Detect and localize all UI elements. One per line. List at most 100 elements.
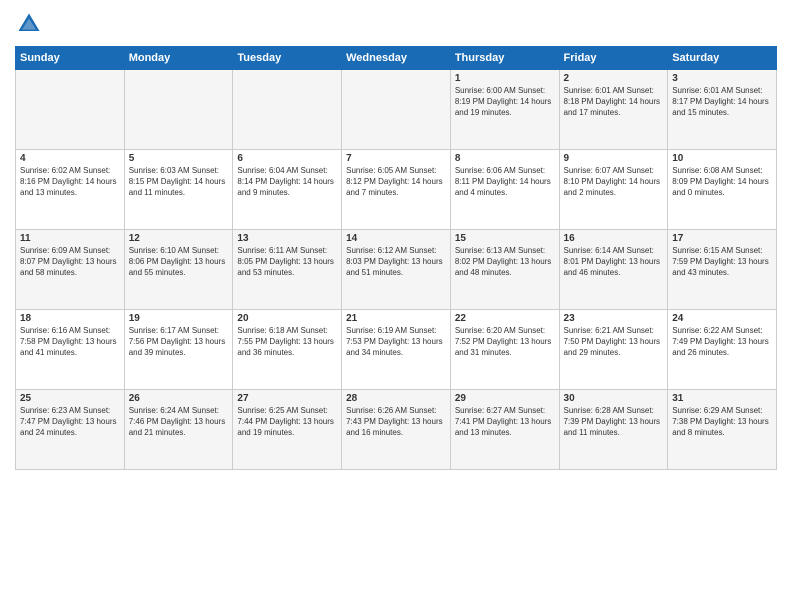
day-number: 21 [346, 313, 446, 324]
day-number: 29 [455, 393, 555, 404]
calendar-cell: 28 Sunrise: 6:26 AM Sunset: 7:43 PM Dayli… [342, 390, 451, 470]
cell-text: Sunrise: 6:10 AM Sunset: 8:06 PM Dayligh… [129, 246, 229, 278]
day-number: 28 [346, 393, 446, 404]
calendar-cell [16, 70, 125, 150]
day-number: 14 [346, 233, 446, 244]
weekday-wednesday: Wednesday [342, 47, 451, 70]
day-number: 11 [20, 233, 120, 244]
week-row-3: 11 Sunrise: 6:09 AM Sunset: 8:07 PM Dayli… [16, 230, 777, 310]
calendar-cell: 14 Sunrise: 6:12 AM Sunset: 8:03 PM Dayli… [342, 230, 451, 310]
cell-text: Sunrise: 6:07 AM Sunset: 8:10 PM Dayligh… [564, 166, 664, 198]
cell-text: Sunrise: 6:22 AM Sunset: 7:49 PM Dayligh… [672, 326, 772, 358]
calendar-cell: 27Sunrise: 6:25 AM Sunset: 7:44 PM Dayli… [233, 390, 342, 470]
cell-text: Sunrise: 6:23 AM Sunset: 7:47 PM Dayligh… [20, 406, 120, 438]
day-number: 13 [237, 233, 337, 244]
cell-text: Sunrise: 6:03 AM Sunset: 8:15 PM Dayligh… [129, 166, 229, 198]
cell-text: Sunrise: 6:05 AM Sunset: 8:12 PM Dayligh… [346, 166, 446, 198]
calendar-cell: 22Sunrise: 6:20 AM Sunset: 7:52 PM Dayli… [450, 310, 559, 390]
cell-text: Sunrise: 6:14 AM Sunset: 8:01 PM Dayligh… [564, 246, 664, 278]
day-number: 3 [672, 73, 772, 84]
calendar: SundayMondayTuesdayWednesdayThursdayFrid… [15, 46, 777, 470]
day-number: 30 [564, 393, 664, 404]
cell-text: Sunrise: 6:18 AM Sunset: 7:55 PM Dayligh… [237, 326, 337, 358]
day-number: 1 [455, 73, 555, 84]
cell-text: Sunrise: 6:00 AM Sunset: 8:19 PM Dayligh… [455, 86, 555, 118]
calendar-cell: 4 Sunrise: 6:02 AM Sunset: 8:16 PM Daylig… [16, 150, 125, 230]
cell-text: Sunrise: 6:24 AM Sunset: 7:46 PM Dayligh… [129, 406, 229, 438]
calendar-cell: 13 Sunrise: 6:11 AM Sunset: 8:05 PM Dayli… [233, 230, 342, 310]
cell-text: Sunrise: 6:04 AM Sunset: 8:14 PM Dayligh… [237, 166, 337, 198]
cell-text: Sunrise: 6:26 AM Sunset: 7:43 PM Dayligh… [346, 406, 446, 438]
cell-text: Sunrise: 6:06 AM Sunset: 8:11 PM Dayligh… [455, 166, 555, 198]
day-number: 12 [129, 233, 229, 244]
calendar-cell: 29 Sunrise: 6:27 AM Sunset: 7:41 PM Dayli… [450, 390, 559, 470]
weekday-saturday: Saturday [668, 47, 777, 70]
cell-text: Sunrise: 6:13 AM Sunset: 8:02 PM Dayligh… [455, 246, 555, 278]
weekday-sunday: Sunday [16, 47, 125, 70]
day-number: 24 [672, 313, 772, 324]
day-number: 2 [564, 73, 664, 84]
cell-text: Sunrise: 6:16 AM Sunset: 7:58 PM Dayligh… [20, 326, 120, 358]
cell-text: Sunrise: 6:08 AM Sunset: 8:09 PM Dayligh… [672, 166, 772, 198]
calendar-cell: 15 Sunrise: 6:13 AM Sunset: 8:02 PM Dayli… [450, 230, 559, 310]
day-number: 20 [237, 313, 337, 324]
calendar-cell: 19Sunrise: 6:17 AM Sunset: 7:56 PM Dayli… [124, 310, 233, 390]
day-number: 5 [129, 153, 229, 164]
calendar-cell: 23 Sunrise: 6:21 AM Sunset: 7:50 PM Dayli… [559, 310, 668, 390]
cell-text: Sunrise: 6:11 AM Sunset: 8:05 PM Dayligh… [237, 246, 337, 278]
calendar-cell: 5 Sunrise: 6:03 AM Sunset: 8:15 PM Daylig… [124, 150, 233, 230]
calendar-cell: 6 Sunrise: 6:04 AM Sunset: 8:14 PM Daylig… [233, 150, 342, 230]
calendar-cell: 18 Sunrise: 6:16 AM Sunset: 7:58 PM Dayli… [16, 310, 125, 390]
calendar-cell: 16 Sunrise: 6:14 AM Sunset: 8:01 PM Dayli… [559, 230, 668, 310]
cell-text: Sunrise: 6:01 AM Sunset: 8:18 PM Dayligh… [564, 86, 664, 118]
day-number: 6 [237, 153, 337, 164]
week-row-2: 4 Sunrise: 6:02 AM Sunset: 8:16 PM Daylig… [16, 150, 777, 230]
week-row-1: 1 Sunrise: 6:00 AM Sunset: 8:19 PM Daylig… [16, 70, 777, 150]
day-number: 18 [20, 313, 120, 324]
day-number: 10 [672, 153, 772, 164]
calendar-cell [124, 70, 233, 150]
cell-text: Sunrise: 6:21 AM Sunset: 7:50 PM Dayligh… [564, 326, 664, 358]
calendar-cell: 21Sunrise: 6:19 AM Sunset: 7:53 PM Dayli… [342, 310, 451, 390]
week-row-4: 18 Sunrise: 6:16 AM Sunset: 7:58 PM Dayli… [16, 310, 777, 390]
week-row-5: 25 Sunrise: 6:23 AM Sunset: 7:47 PM Dayli… [16, 390, 777, 470]
cell-text: Sunrise: 6:09 AM Sunset: 8:07 PM Dayligh… [20, 246, 120, 278]
calendar-cell: 11 Sunrise: 6:09 AM Sunset: 8:07 PM Dayli… [16, 230, 125, 310]
calendar-cell: 30Sunrise: 6:28 AM Sunset: 7:39 PM Dayli… [559, 390, 668, 470]
cell-text: Sunrise: 6:27 AM Sunset: 7:41 PM Dayligh… [455, 406, 555, 438]
weekday-friday: Friday [559, 47, 668, 70]
cell-text: Sunrise: 6:01 AM Sunset: 8:17 PM Dayligh… [672, 86, 772, 118]
cell-text: Sunrise: 6:15 AM Sunset: 7:59 PM Dayligh… [672, 246, 772, 278]
day-number: 17 [672, 233, 772, 244]
weekday-tuesday: Tuesday [233, 47, 342, 70]
calendar-cell: 9 Sunrise: 6:07 AM Sunset: 8:10 PM Daylig… [559, 150, 668, 230]
day-number: 9 [564, 153, 664, 164]
calendar-cell: 17 Sunrise: 6:15 AM Sunset: 7:59 PM Dayli… [668, 230, 777, 310]
calendar-cell: 10 Sunrise: 6:08 AM Sunset: 8:09 PM Dayli… [668, 150, 777, 230]
calendar-cell: 26 Sunrise: 6:24 AM Sunset: 7:46 PM Dayli… [124, 390, 233, 470]
calendar-cell: 31 Sunrise: 6:29 AM Sunset: 7:38 PM Dayli… [668, 390, 777, 470]
calendar-cell: 1 Sunrise: 6:00 AM Sunset: 8:19 PM Daylig… [450, 70, 559, 150]
logo-icon [15, 10, 43, 38]
cell-text: Sunrise: 6:29 AM Sunset: 7:38 PM Dayligh… [672, 406, 772, 438]
calendar-cell: 20 Sunrise: 6:18 AM Sunset: 7:55 PM Dayli… [233, 310, 342, 390]
calendar-cell [342, 70, 451, 150]
page-header [15, 10, 777, 38]
day-number: 31 [672, 393, 772, 404]
day-number: 7 [346, 153, 446, 164]
day-number: 25 [20, 393, 120, 404]
cell-text: Sunrise: 6:12 AM Sunset: 8:03 PM Dayligh… [346, 246, 446, 278]
day-number: 16 [564, 233, 664, 244]
day-number: 23 [564, 313, 664, 324]
cell-text: Sunrise: 6:02 AM Sunset: 8:16 PM Dayligh… [20, 166, 120, 198]
day-number: 22 [455, 313, 555, 324]
calendar-cell: 12 Sunrise: 6:10 AM Sunset: 8:06 PM Dayli… [124, 230, 233, 310]
day-number: 15 [455, 233, 555, 244]
calendar-cell [233, 70, 342, 150]
day-number: 26 [129, 393, 229, 404]
weekday-monday: Monday [124, 47, 233, 70]
day-number: 8 [455, 153, 555, 164]
day-number: 4 [20, 153, 120, 164]
calendar-cell: 8 Sunrise: 6:06 AM Sunset: 8:11 PM Daylig… [450, 150, 559, 230]
calendar-cell: 25 Sunrise: 6:23 AM Sunset: 7:47 PM Dayli… [16, 390, 125, 470]
